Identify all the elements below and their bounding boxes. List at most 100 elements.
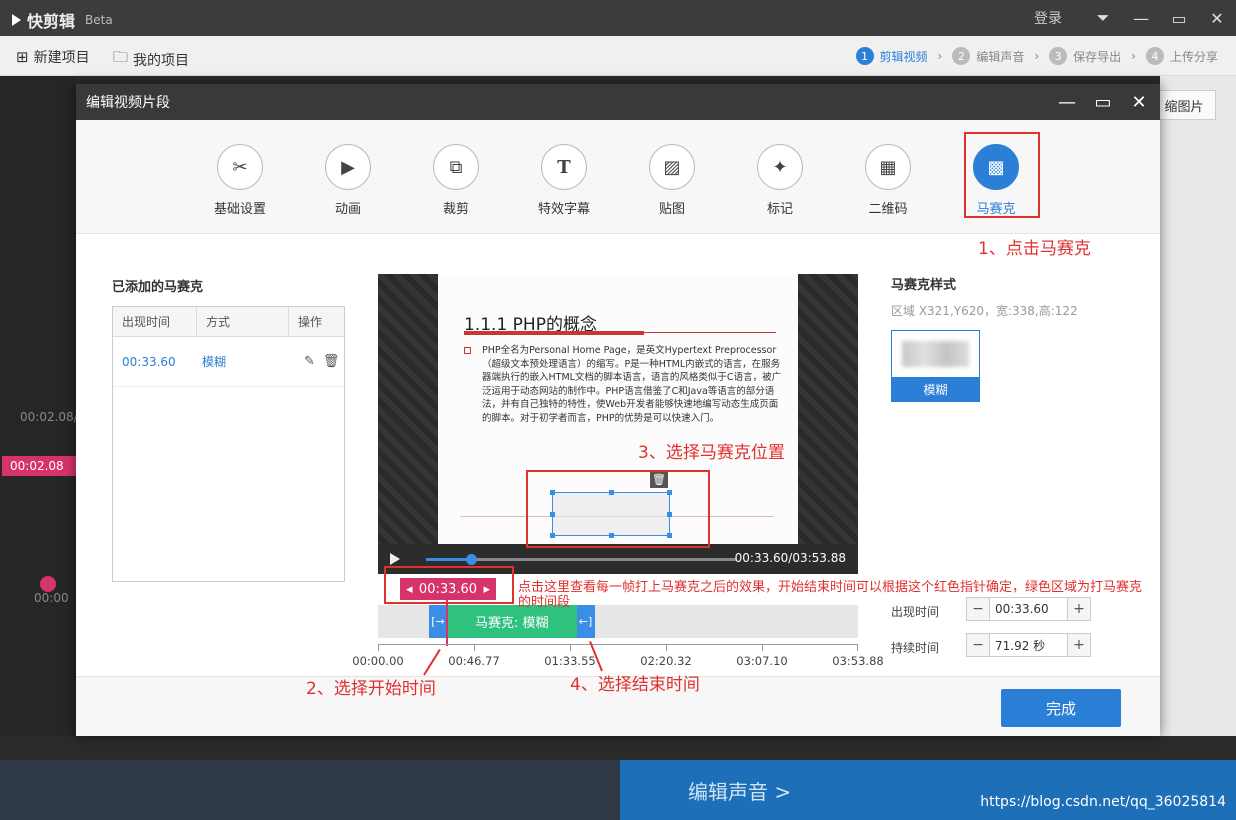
step-2[interactable]: 2 编辑声音	[952, 47, 1024, 65]
seek-knob[interactable]	[465, 554, 477, 565]
play-icon[interactable]	[390, 553, 400, 565]
step-1[interactable]: 1 剪辑视频	[855, 47, 928, 65]
row-mode: 模糊	[202, 355, 227, 369]
logo-icon	[12, 14, 21, 26]
blur-preview	[902, 341, 969, 367]
minimize-icon[interactable]: —	[1054, 89, 1080, 115]
annotation-5: 点击这里查看每一帧打上马赛克之后的效果，开始结束时间可以根据这个红色指针确定，绿…	[518, 580, 1143, 610]
ruler-tick-label: 00:00.00	[352, 654, 404, 668]
app-titlebar: 快剪辑 Beta 登录 ⏷ — ▭ ✕	[0, 0, 1236, 36]
image-icon: ▨	[649, 144, 695, 190]
ruler-tick	[570, 645, 571, 651]
annotation-box-region	[526, 470, 710, 548]
annotation-1: 1、点击马赛克	[978, 239, 1091, 259]
ruler-tick	[857, 645, 858, 651]
step-indicator: 1 剪辑视频 › 2 编辑声音 › 3 保存导出 › 4 上传分享	[855, 47, 1218, 65]
app-right-panel	[1160, 76, 1236, 736]
tool-animation[interactable]: ▶ 动画	[303, 144, 393, 217]
trash-icon[interactable]: 🗑	[323, 354, 340, 369]
maximize-icon[interactable]: ▭	[1090, 89, 1116, 115]
row-ops: ✎ 🗑	[289, 354, 339, 369]
tool-subtitle[interactable]: T 特效字幕	[519, 144, 609, 217]
tool-qrcode[interactable]: ▦ 二维码	[843, 144, 933, 217]
app-left-time-chip: 00:02.08	[2, 456, 76, 476]
step-3-label: 保存导出	[1073, 49, 1122, 64]
table-row[interactable]: 00:33.60 模糊 ✎ 🗑	[113, 337, 344, 387]
annotation-box-mosaic	[964, 132, 1040, 218]
ruler-tick	[666, 645, 667, 651]
annotation-box-chip	[384, 566, 514, 604]
tool-label: 裁剪	[442, 202, 469, 217]
row-time: 00:33.60	[122, 354, 176, 369]
my-projects-button[interactable]: 🗀 我的项目	[113, 47, 189, 72]
close-icon[interactable]: ✕	[1126, 89, 1152, 115]
dialog-titlebar: 编辑视频片段	[76, 84, 1160, 120]
done-button[interactable]: 完成	[1001, 689, 1121, 727]
folder-icon: 🗀	[113, 48, 129, 66]
animation-icon: ▶	[325, 144, 371, 190]
my-projects-label: 我的项目	[133, 52, 190, 69]
watermark: https://blog.csdn.net/qq_36025814	[980, 794, 1226, 810]
chevron-right-icon: ›	[937, 49, 943, 63]
step-4[interactable]: 4 上传分享	[1145, 47, 1218, 65]
seek-bar[interactable]	[426, 554, 736, 565]
seek-progress	[426, 558, 471, 561]
ruler-tick	[378, 645, 379, 651]
step-3[interactable]: 3 保存导出	[1049, 47, 1121, 65]
qrcode-icon: ▦	[865, 144, 911, 190]
step-1-num: 1	[855, 47, 874, 65]
col-mode: 方式	[197, 307, 289, 336]
step-4-label: 上传分享	[1169, 49, 1218, 64]
tool-label: 贴图	[658, 202, 685, 217]
minus-icon[interactable]: −	[967, 634, 989, 656]
tool-sticker[interactable]: ▨ 贴图	[627, 144, 717, 217]
tool-label: 二维码	[868, 202, 908, 217]
step-2-num: 2	[952, 47, 971, 65]
step-1-label: 剪辑视频	[879, 49, 928, 64]
ruler-tick-label: 01:33.55	[544, 654, 596, 668]
tool-basic-settings[interactable]: ✂ 基础设置	[195, 144, 285, 217]
plus-icon: ⊞	[16, 48, 29, 66]
app-left-pointer[interactable]	[40, 576, 56, 592]
tool-label: 特效字幕	[537, 202, 590, 217]
maximize-icon[interactable]: ▭	[1160, 0, 1198, 36]
duration-label: 持续时间	[891, 641, 940, 655]
scissors-icon: ✂	[217, 144, 263, 190]
next-edit-audio-button[interactable]: 编辑声音 >	[620, 760, 1236, 820]
text-icon: T	[541, 144, 587, 190]
duration-stepper: − 71.92 秒 +	[966, 633, 1091, 657]
dialog-title: 编辑视频片段	[86, 95, 170, 111]
minimize-icon[interactable]: —	[1122, 0, 1160, 36]
step-4-num: 4	[1145, 47, 1164, 65]
app-toolbar: ⊞ 新建项目 🗀 我的项目 1 剪辑视频 › 2 编辑声音 › 3 保存导出 › 4上…	[0, 36, 1236, 76]
time-readout: 00:33.60/03:53.88	[734, 551, 846, 565]
login-link[interactable]: 登录	[1034, 8, 1062, 28]
menu-icon[interactable]: ⏷	[1084, 0, 1122, 36]
step-3-num: 3	[1049, 47, 1068, 65]
segment-start-handle[interactable]: [→	[428, 605, 447, 638]
tool-label: 标记	[766, 202, 793, 217]
close-icon[interactable]: ✕	[1198, 0, 1236, 36]
chevron-right-icon: ›	[1034, 49, 1040, 63]
timeline-ruler	[378, 644, 858, 652]
new-project-button[interactable]: ⊞ 新建项目	[16, 47, 90, 67]
table-header: 出现时间 方式 操作	[113, 307, 344, 337]
mosaic-style-title: 马赛克样式	[891, 278, 957, 293]
tool-crop[interactable]: ⧉ 裁剪	[411, 144, 501, 217]
plus-icon[interactable]: +	[1068, 634, 1090, 656]
edit-icon[interactable]: ✎	[304, 354, 315, 369]
added-mosaic-title: 已添加的马赛克	[112, 280, 204, 295]
window-controls: 登录 ⏷ — ▭ ✕	[1034, 0, 1236, 36]
annotation-2: 2、选择开始时间	[306, 679, 436, 699]
added-mosaic-table: 出现时间 方式 操作 00:33.60 模糊 ✎ 🗑	[112, 306, 345, 582]
ruler-tick	[474, 645, 475, 651]
thumbnail-button[interactable]: 缩图片	[1152, 90, 1216, 120]
duration-input[interactable]: 71.92 秒	[989, 634, 1068, 656]
dialog-controls: — ▭ ✕	[1054, 84, 1152, 120]
tool-marker[interactable]: ✦ 标记	[735, 144, 825, 217]
ruler-tick-label: 02:20.32	[640, 654, 692, 668]
edit-clip-dialog: 编辑视频片段 — ▭ ✕ ✂ 基础设置 ▶ 动画 ⧉ 裁剪 T 特效字幕 ▨ 贴…	[76, 84, 1160, 736]
app-left-time-start: 00:00	[34, 591, 69, 605]
style-blur-card[interactable]: 模糊	[891, 330, 980, 402]
region-info: 区域 X321,Y620，宽:338,高:122	[891, 304, 1078, 318]
